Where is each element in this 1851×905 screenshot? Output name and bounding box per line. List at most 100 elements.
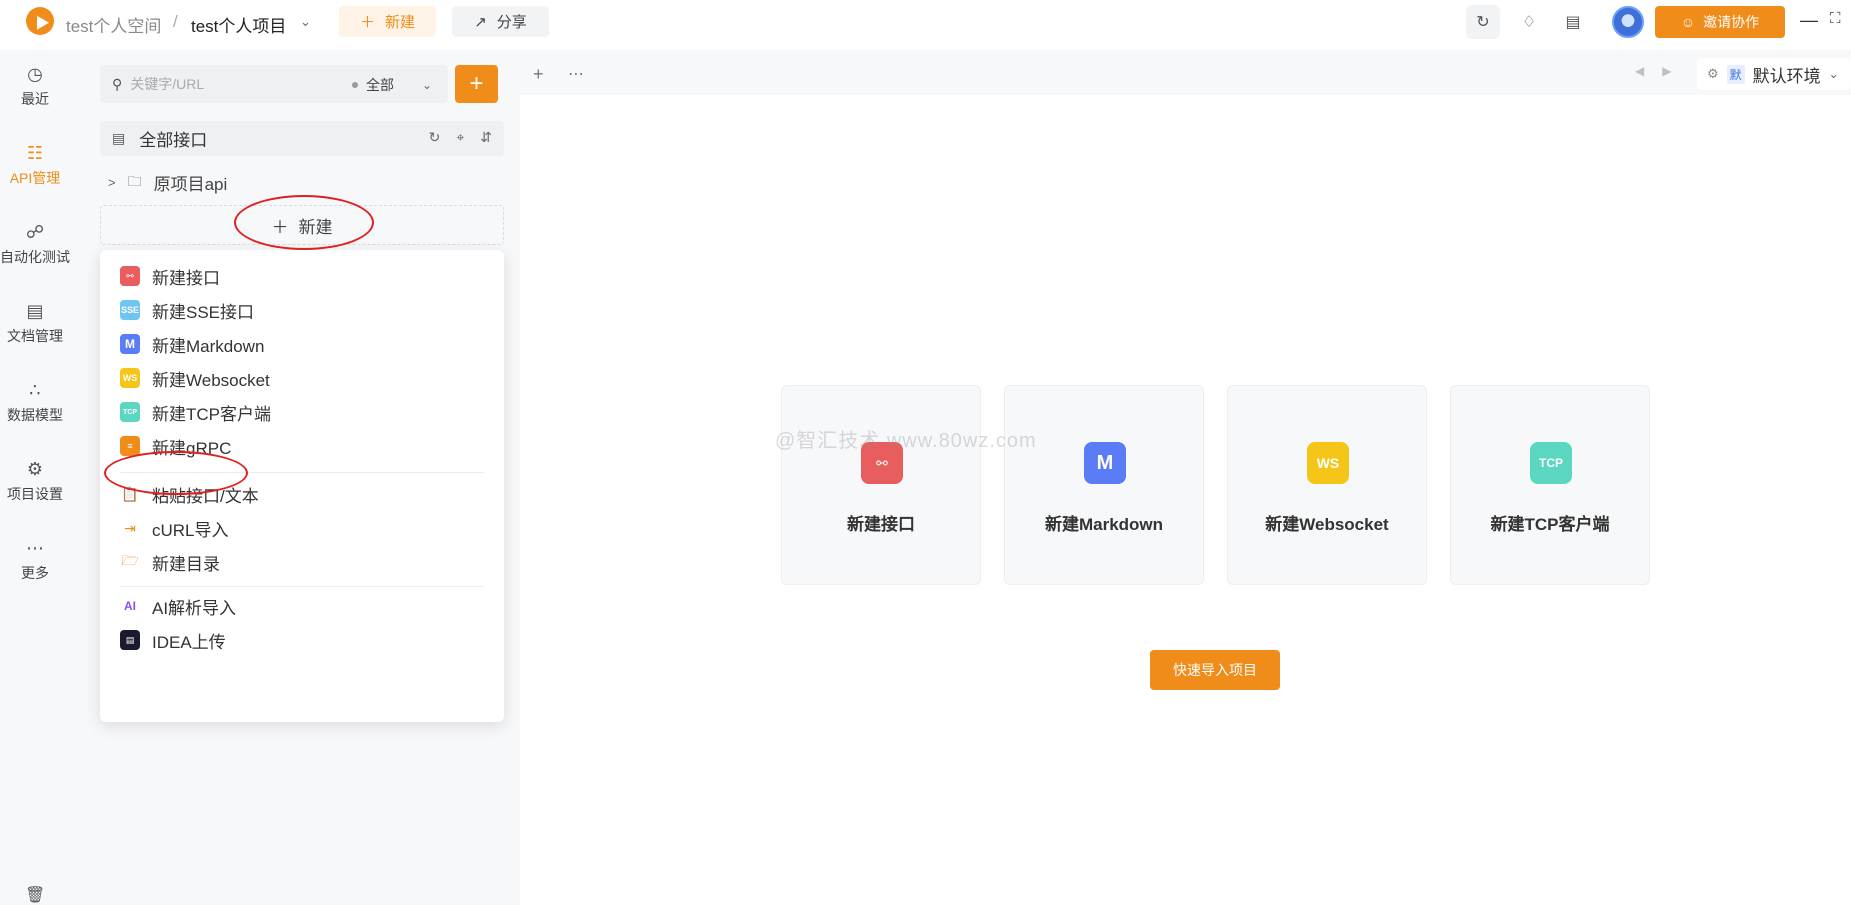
more-tabs-icon[interactable]: ⋯ [568, 64, 584, 84]
tree-folder[interactable]: > 🗀 原项目api [108, 170, 227, 195]
new-item-label: 新建 [298, 217, 333, 237]
menu-item-new-websocket[interactable]: WS 新建Websocket [120, 364, 270, 392]
rail-item-api[interactable]: ☷ API管理 [0, 143, 70, 188]
filter-select[interactable]: 全部 ⌄ [352, 75, 432, 95]
plus-icon: ＋ [271, 217, 289, 237]
rail-item-more[interactable]: ⋯ 更多 [0, 538, 70, 583]
menu-divider [120, 472, 484, 473]
add-button[interactable]: + [455, 65, 498, 103]
menu-item-new-grpc[interactable]: ≡ 新建gRPC [120, 432, 231, 460]
fullscreen-icon[interactable]: ⛶ [1830, 10, 1841, 27]
tree-root-all-apis[interactable]: ▤ 全部接口 ↻ ⌖ ⇵ [100, 121, 504, 156]
ai-icon: AI [124, 599, 136, 613]
websocket-icon: WS [120, 368, 140, 388]
rail-item-recent[interactable]: ◷ 最近 [0, 64, 70, 109]
menu-item-paste[interactable]: 📋 粘贴接口/文本 [120, 480, 259, 508]
bell-icon[interactable]: ♢ [1512, 5, 1546, 39]
top-bar: test个人空间 / test个人项目 ⌄ ＋ 新建 ↗ 分享 ↻ ♢ ▤ ☺ … [0, 0, 1851, 50]
tcp-icon: TCP [120, 402, 140, 422]
filter-dot-icon [352, 82, 358, 88]
new-folder-icon: 🗁 [121, 552, 139, 568]
add-tab-icon[interactable]: + [533, 64, 544, 85]
rail-item-settings[interactable]: ⚙ 项目设置 [0, 459, 70, 504]
tcp-icon: TCP [1530, 442, 1572, 484]
menu-item-label: 新建TCP客户端 [152, 404, 271, 424]
card-label: 新建TCP客户端 [1490, 515, 1610, 534]
add-user-icon: ☺ [1680, 14, 1696, 30]
idea-icon: ▤ [120, 630, 140, 650]
menu-item-new-api[interactable]: ⚯ 新建接口 [120, 262, 220, 290]
card-label: 新建Websocket [1265, 515, 1389, 534]
notes-icon[interactable]: ▤ [1556, 5, 1590, 39]
grpc-icon: ≡ [120, 436, 140, 456]
rail-item-data-model[interactable]: ∴ 数据模型 [0, 380, 70, 425]
chevron-right-icon[interactable]: > [108, 175, 116, 190]
tree-root-label: 全部接口 [139, 131, 208, 150]
breadcrumb-space[interactable]: test个人空间 [66, 12, 161, 37]
settings-icon: ⚙ [26, 459, 44, 479]
tab-prev-icon[interactable]: ◀ [1635, 64, 1644, 78]
sync-icon[interactable]: ↻ [1466, 5, 1500, 39]
rail-item-label: 最近 [21, 91, 49, 107]
trash-icon[interactable]: 🗑 [25, 885, 45, 905]
rail-item-docs[interactable]: ▤ 文档管理 [0, 301, 70, 346]
search-icon: ⚲ [112, 75, 123, 92]
environment-select[interactable]: ⚙ 默 默认环境 ⌄ [1697, 58, 1851, 90]
data-model-icon: ∴ [29, 380, 41, 400]
rail-item-automation[interactable]: ☍ 自动化测试 [0, 222, 70, 267]
new-item-button[interactable]: ＋ 新建 [100, 205, 504, 245]
invite-label: 邀请协作 [1703, 14, 1760, 30]
card-label: 新建Markdown [1044, 515, 1164, 534]
menu-item-new-markdown[interactable]: M 新建Markdown [120, 330, 264, 358]
card-new-tcp[interactable]: TCP 新建TCP客户端 [1450, 385, 1650, 585]
top-new-button[interactable]: ＋ 新建 [339, 6, 436, 37]
curl-import-icon: ⇥ [124, 519, 136, 536]
menu-divider [120, 586, 484, 587]
sse-icon: SSE [120, 300, 140, 320]
breadcrumb-project[interactable]: test个人项目 [191, 12, 286, 37]
menu-item-label: 粘贴接口/文本 [152, 486, 259, 506]
chevron-down-icon[interactable]: ⌄ [300, 14, 311, 30]
menu-item-new-tcp[interactable]: TCP 新建TCP客户端 [120, 398, 271, 426]
clock-icon: ◷ [27, 64, 43, 84]
environment-name: 默认环境 [1752, 66, 1821, 86]
menu-item-idea-upload[interactable]: ▤ IDEA上传 [120, 626, 226, 654]
breadcrumb-separator: / [173, 12, 178, 31]
refresh-icon[interactable]: ↻ [429, 129, 441, 146]
menu-item-new-sse[interactable]: SSE 新建SSE接口 [120, 296, 254, 324]
automation-icon: ☍ [25, 222, 45, 242]
paste-icon: 📋 [121, 485, 139, 502]
card-new-api[interactable]: ⚯ 新建接口 [781, 385, 981, 585]
menu-item-label: cURL导入 [152, 520, 229, 540]
share-button[interactable]: ↗ 分享 [452, 6, 549, 37]
menu-item-curl-import[interactable]: ⇥ cURL导入 [120, 514, 229, 542]
app-logo-icon[interactable] [26, 7, 54, 35]
card-new-websocket[interactable]: WS 新建Websocket [1227, 385, 1427, 585]
menu-item-ai-import[interactable]: AI AI解析导入 [120, 592, 236, 620]
search-input[interactable] [130, 76, 341, 92]
watermark: @智汇技术 www.80wz.com [775, 430, 1037, 452]
minimize-icon[interactable]: — [1800, 10, 1818, 31]
rail-item-label: 更多 [21, 565, 49, 581]
card-new-markdown[interactable]: M 新建Markdown [1004, 385, 1204, 585]
gear-icon: ⚙ [1707, 66, 1719, 81]
tab-next-icon[interactable]: ▶ [1662, 64, 1671, 78]
locate-icon[interactable]: ⌖ [456, 129, 464, 146]
menu-item-label: 新建接口 [152, 268, 220, 288]
api-icon: ⚯ [120, 266, 140, 286]
menu-item-label: 新建Websocket [152, 370, 270, 390]
folder-icon: 🗀 [127, 172, 142, 189]
invite-button[interactable]: ☺ 邀请协作 [1655, 6, 1785, 38]
folder-label: 原项目api [153, 175, 228, 194]
share-label: 分享 [496, 14, 527, 31]
rail-item-label: 自动化测试 [0, 249, 70, 265]
avatar[interactable] [1612, 6, 1644, 38]
quick-import-button[interactable]: 快速导入项目 [1150, 650, 1280, 690]
menu-item-new-folder[interactable]: 🗁 新建目录 [120, 548, 220, 576]
menu-item-label: 新建Markdown [152, 336, 265, 356]
collapse-icon[interactable]: ⇵ [480, 129, 492, 146]
markdown-icon: M [1084, 442, 1126, 484]
menu-item-label: AI解析导入 [152, 598, 237, 618]
websocket-icon: WS [1307, 442, 1349, 484]
filter-label: 全部 [366, 77, 394, 93]
